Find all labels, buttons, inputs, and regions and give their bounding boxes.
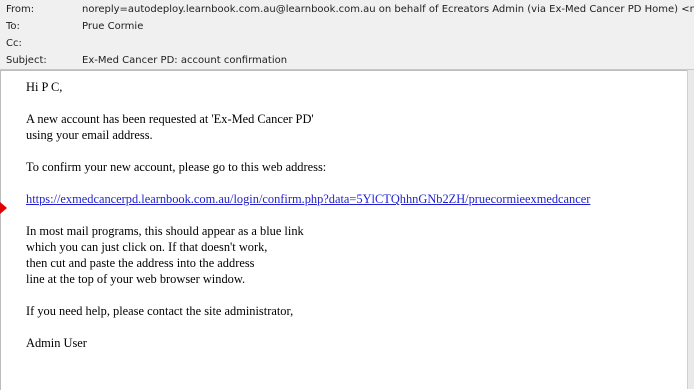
vertical-scrollbar[interactable] [687,70,694,389]
from-label: From: [6,4,35,15]
paragraph-help-link: In most mail programs, this should appea… [26,223,686,287]
paragraph-contact-admin: If you need help, please contact the sit… [26,304,294,318]
paragraph-request: A new account has been requested at 'Ex-… [26,111,686,143]
paragraph-help-line-4: line at the top of your web browser wind… [26,272,246,286]
from-row: From: noreply=autodeploy.learnbook.com.a… [0,3,694,17]
paragraph-confirm-instruction: To confirm your new account, please go t… [26,160,327,174]
paragraph-help-line-1: In most mail programs, this should appea… [26,224,304,238]
paragraph-request-line-1: A new account has been requested at 'Ex-… [26,112,314,126]
email-header: From: noreply=autodeploy.learnbook.com.a… [0,0,694,70]
message-body: Hi P C, A new account has been requested… [0,70,689,390]
cc-row: Cc: [0,37,694,51]
red-arrow-icon [0,202,7,214]
to-label: To: [6,21,20,32]
paragraph-request-line-2: using your email address. [26,128,153,142]
greeting: Hi P C, [26,80,63,94]
signature: Admin User [26,336,87,350]
subject-label: Subject: [6,55,47,66]
cc-label: Cc: [6,38,22,49]
message-text: Hi P C, A new account has been requested… [26,79,686,367]
to-value[interactable]: Prue Cormie [82,20,694,34]
confirm-link-paragraph: https://exmedcancerpd.learnbook.com.au/l… [26,191,686,207]
subject-row: Subject: Ex-Med Cancer PD: account confi… [0,54,694,68]
confirm-account-link[interactable]: https://exmedcancerpd.learnbook.com.au/l… [26,192,590,206]
subject-value: Ex-Med Cancer PD: account confirmation [82,55,288,66]
to-row: To: Prue Cormie [0,20,694,34]
paragraph-help-line-3: then cut and paste the address into the … [26,256,255,270]
from-value[interactable]: noreply=autodeploy.learnbook.com.au@lear… [82,3,694,17]
paragraph-help-line-2: which you can just click on. If that doe… [26,240,268,254]
